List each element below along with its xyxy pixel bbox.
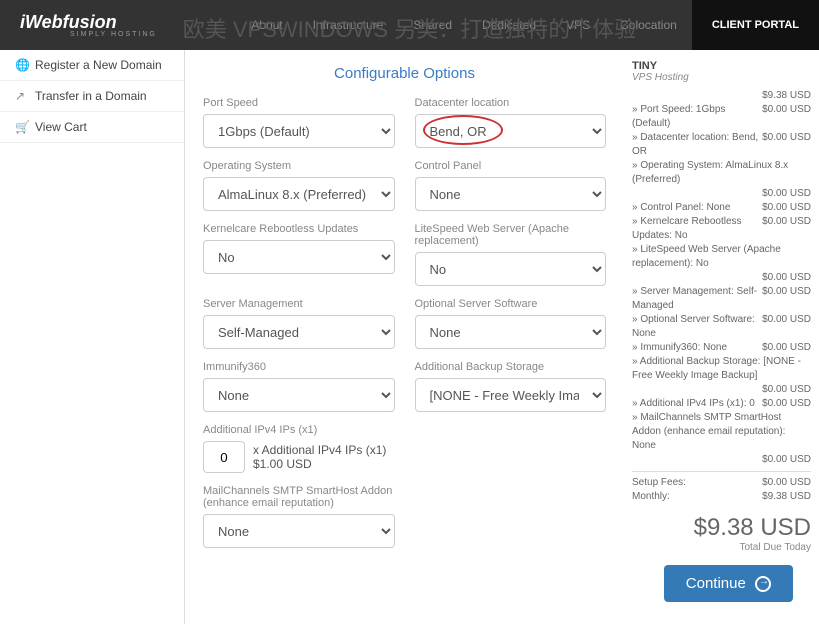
- nav-shared[interactable]: Shared: [413, 18, 452, 32]
- summary-line-item: » Kernelcare Rebootless Updates: No$0.00…: [632, 215, 811, 243]
- summary-line-item: $0.00 USD: [632, 383, 811, 397]
- setup-fees-price: $0.00 USD: [762, 476, 811, 490]
- sidebar-transfer-domain[interactable]: ↗ Transfer in a Domain: [0, 81, 184, 112]
- ipv4-suffix-label: x Additional IPv4 IPs (x1) $1.00 USD: [253, 443, 395, 471]
- summary-line-item: » Server Management: Self-Managed$0.00 U…: [632, 285, 811, 313]
- cart-icon: 🛒: [15, 120, 27, 134]
- option-label: Optional Server Software: [415, 298, 607, 310]
- sidebar-item-label: View Cart: [35, 120, 87, 134]
- sidebar-item-label: Register a New Domain: [35, 58, 162, 72]
- nav-about[interactable]: About: [251, 18, 282, 32]
- summary-total: $9.38 USD: [632, 514, 811, 542]
- summary-title: TINY: [632, 60, 811, 72]
- summary-line-item: $0.00 USD: [632, 271, 811, 285]
- sidebar: 🌐 Register a New Domain ↗ Transfer in a …: [0, 50, 185, 624]
- option-kernelcare: Kernelcare Rebootless Updates No: [203, 223, 395, 286]
- globe-icon: 🌐: [15, 58, 27, 72]
- continue-label: Continue: [686, 575, 746, 592]
- option-label: Control Panel: [415, 160, 607, 172]
- immunify-select[interactable]: None: [203, 378, 395, 412]
- litespeed-select[interactable]: No: [415, 252, 607, 286]
- option-label: LiteSpeed Web Server (Apache replacement…: [415, 223, 607, 247]
- sidebar-view-cart[interactable]: 🛒 View Cart: [0, 112, 184, 143]
- logo-tagline: SIMPLY HOSTING: [70, 31, 185, 38]
- sidebar-register-domain[interactable]: 🌐 Register a New Domain: [0, 50, 184, 81]
- option-label: Kernelcare Rebootless Updates: [203, 223, 395, 235]
- section-title: Configurable Options: [203, 65, 606, 82]
- option-mailchannels: MailChannels SMTP SmartHost Addon (enhan…: [203, 485, 395, 548]
- nav-vps[interactable]: VPS: [566, 18, 590, 32]
- option-label: Immunify360: [203, 361, 395, 373]
- monthly-price: $9.38 USD: [762, 490, 811, 504]
- logo-text: iWebfusion: [20, 12, 185, 33]
- option-litespeed: LiteSpeed Web Server (Apache replacement…: [415, 223, 607, 286]
- summary-line-item: » Immunify360: None$0.00 USD: [632, 341, 811, 355]
- option-ipv4: Additional IPv4 IPs (x1) x Additional IP…: [203, 424, 395, 473]
- nav-colocation[interactable]: Colocation: [620, 18, 677, 32]
- main-content: Configurable Options Port Speed 1Gbps (D…: [185, 50, 624, 624]
- main-nav: About Infrastructure Shared Dedicated VP…: [185, 18, 692, 32]
- os-select[interactable]: AlmaLinux 8.x (Preferred): [203, 177, 395, 211]
- logo[interactable]: iWebfusion SIMPLY HOSTING: [0, 12, 185, 38]
- summary-line-item: » Port Speed: 1Gbps (Default)$0.00 USD: [632, 103, 811, 131]
- summary-base-price: $9.38 USD: [762, 89, 811, 103]
- server-mgmt-select[interactable]: Self-Managed: [203, 315, 395, 349]
- sidebar-item-label: Transfer in a Domain: [35, 89, 147, 103]
- mailchannels-select[interactable]: None: [203, 514, 395, 548]
- arrow-right-circle-icon: [755, 576, 771, 592]
- summary-subtitle: VPS Hosting: [632, 72, 811, 83]
- backup-select[interactable]: [NONE - Free Weekly Image: [415, 378, 607, 412]
- option-immunify: Immunify360 None: [203, 361, 395, 412]
- divider: [632, 471, 811, 472]
- setup-fees-label: Setup Fees:: [632, 476, 686, 490]
- option-label: Datacenter location: [415, 97, 607, 109]
- datacenter-select[interactable]: Bend, OR: [415, 114, 607, 148]
- option-software: Optional Server Software None: [415, 298, 607, 349]
- option-control-panel: Control Panel None: [415, 160, 607, 211]
- client-portal-button[interactable]: CLIENT PORTAL: [692, 0, 819, 50]
- kernelcare-select[interactable]: No: [203, 240, 395, 274]
- option-label: Additional IPv4 IPs (x1): [203, 424, 395, 436]
- option-datacenter: Datacenter location Bend, OR: [415, 97, 607, 148]
- summary-line-item: » Datacenter location: Bend, OR$0.00 USD: [632, 131, 811, 159]
- summary-line-item: » Optional Server Software: None$0.00 US…: [632, 313, 811, 341]
- nav-dedicated[interactable]: Dedicated: [482, 18, 536, 32]
- option-label: Additional Backup Storage: [415, 361, 607, 373]
- option-label: Port Speed: [203, 97, 395, 109]
- opt-software-select[interactable]: None: [415, 315, 607, 349]
- option-label: MailChannels SMTP SmartHost Addon (enhan…: [203, 485, 395, 509]
- control-panel-select[interactable]: None: [415, 177, 607, 211]
- option-port-speed: Port Speed 1Gbps (Default): [203, 97, 395, 148]
- option-os: Operating System AlmaLinux 8.x (Preferre…: [203, 160, 395, 211]
- summary-line-item: » Additional IPv4 IPs (x1): 0$0.00 USD: [632, 397, 811, 411]
- summary-line-item: $0.00 USD: [632, 453, 811, 467]
- order-summary: TINY VPS Hosting $9.38 USD » Port Speed:…: [624, 50, 819, 624]
- monthly-label: Monthly:: [632, 490, 670, 504]
- summary-line-item: $0.00 USD: [632, 187, 811, 201]
- option-server-mgmt: Server Management Self-Managed: [203, 298, 395, 349]
- ipv4-qty-input[interactable]: [203, 441, 245, 473]
- option-label: Operating System: [203, 160, 395, 172]
- summary-total-label: Total Due Today: [632, 542, 811, 553]
- summary-line-item: » Additional Backup Storage: [NONE - Fre…: [632, 355, 811, 383]
- option-label: Server Management: [203, 298, 395, 310]
- summary-line-item: » LiteSpeed Web Server (Apache replaceme…: [632, 243, 811, 271]
- option-backup: Additional Backup Storage [NONE - Free W…: [415, 361, 607, 412]
- nav-infrastructure[interactable]: Infrastructure: [313, 18, 384, 32]
- port-speed-select[interactable]: 1Gbps (Default): [203, 114, 395, 148]
- summary-line-item: » MailChannels SMTP SmartHost Addon (enh…: [632, 411, 811, 453]
- share-icon: ↗: [15, 89, 27, 103]
- continue-button[interactable]: Continue: [664, 565, 793, 602]
- summary-line-item: » Control Panel: None$0.00 USD: [632, 201, 811, 215]
- summary-line-item: » Operating System: AlmaLinux 8.x (Prefe…: [632, 159, 811, 187]
- header: iWebfusion SIMPLY HOSTING About Infrastr…: [0, 0, 819, 50]
